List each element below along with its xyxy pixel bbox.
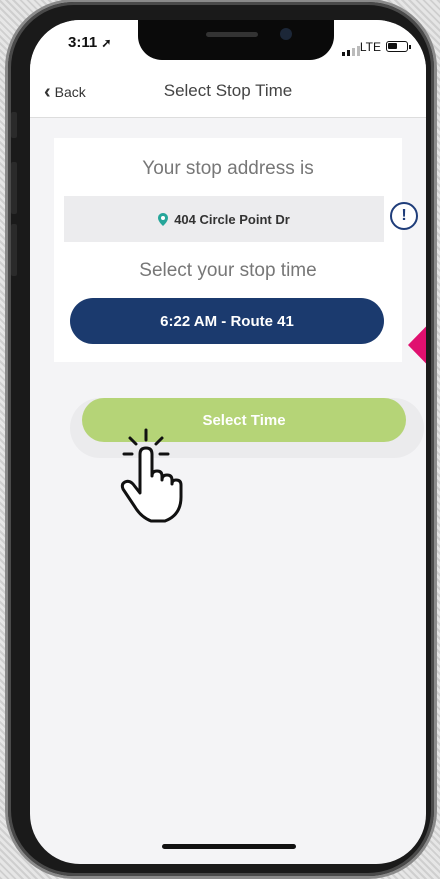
pointing-hand-icon xyxy=(120,428,183,523)
nav-bar: ‹ Back Select Stop Time xyxy=(30,64,426,118)
location-pin-icon xyxy=(158,212,169,226)
mute-switch xyxy=(11,112,17,138)
page-title: Select Stop Time xyxy=(163,81,293,100)
notch xyxy=(138,20,334,60)
select-time-label: Select Time xyxy=(202,411,286,429)
arrow-left-icon xyxy=(408,326,426,364)
address-text: 404 Circle Point Dr xyxy=(174,211,290,227)
status-time: 3:11 ➚ xyxy=(68,34,111,51)
phone-frame: 3:11 ➚ LTE ‹ Back Select Stop Time Your … xyxy=(8,2,434,876)
battery-icon xyxy=(386,41,411,52)
stop-time-value: 6:22 AM - Route 41 xyxy=(160,312,294,330)
network-label: LTE xyxy=(359,40,381,54)
address-box: 404 Circle Point Dr xyxy=(64,196,384,242)
volume-down-button xyxy=(11,224,17,276)
screen: 3:11 ➚ LTE ‹ Back Select Stop Time Your … xyxy=(30,20,426,864)
speaker xyxy=(206,32,258,37)
location-arrow-icon: ➚ xyxy=(101,36,112,50)
home-indicator[interactable] xyxy=(162,844,296,849)
stop-time-select[interactable]: 6:22 AM - Route 41 xyxy=(70,298,384,344)
address-heading: Your stop address is xyxy=(142,158,314,179)
signal-icon xyxy=(342,46,360,56)
status-time-text: 3:11 xyxy=(68,34,98,51)
stop-card: Your stop address is 404 Circle Point Dr… xyxy=(54,138,418,362)
time-heading: Select your stop time xyxy=(139,260,317,281)
volume-up-button xyxy=(11,162,17,214)
camera xyxy=(280,28,292,40)
info-icon[interactable]: ! xyxy=(390,202,418,230)
